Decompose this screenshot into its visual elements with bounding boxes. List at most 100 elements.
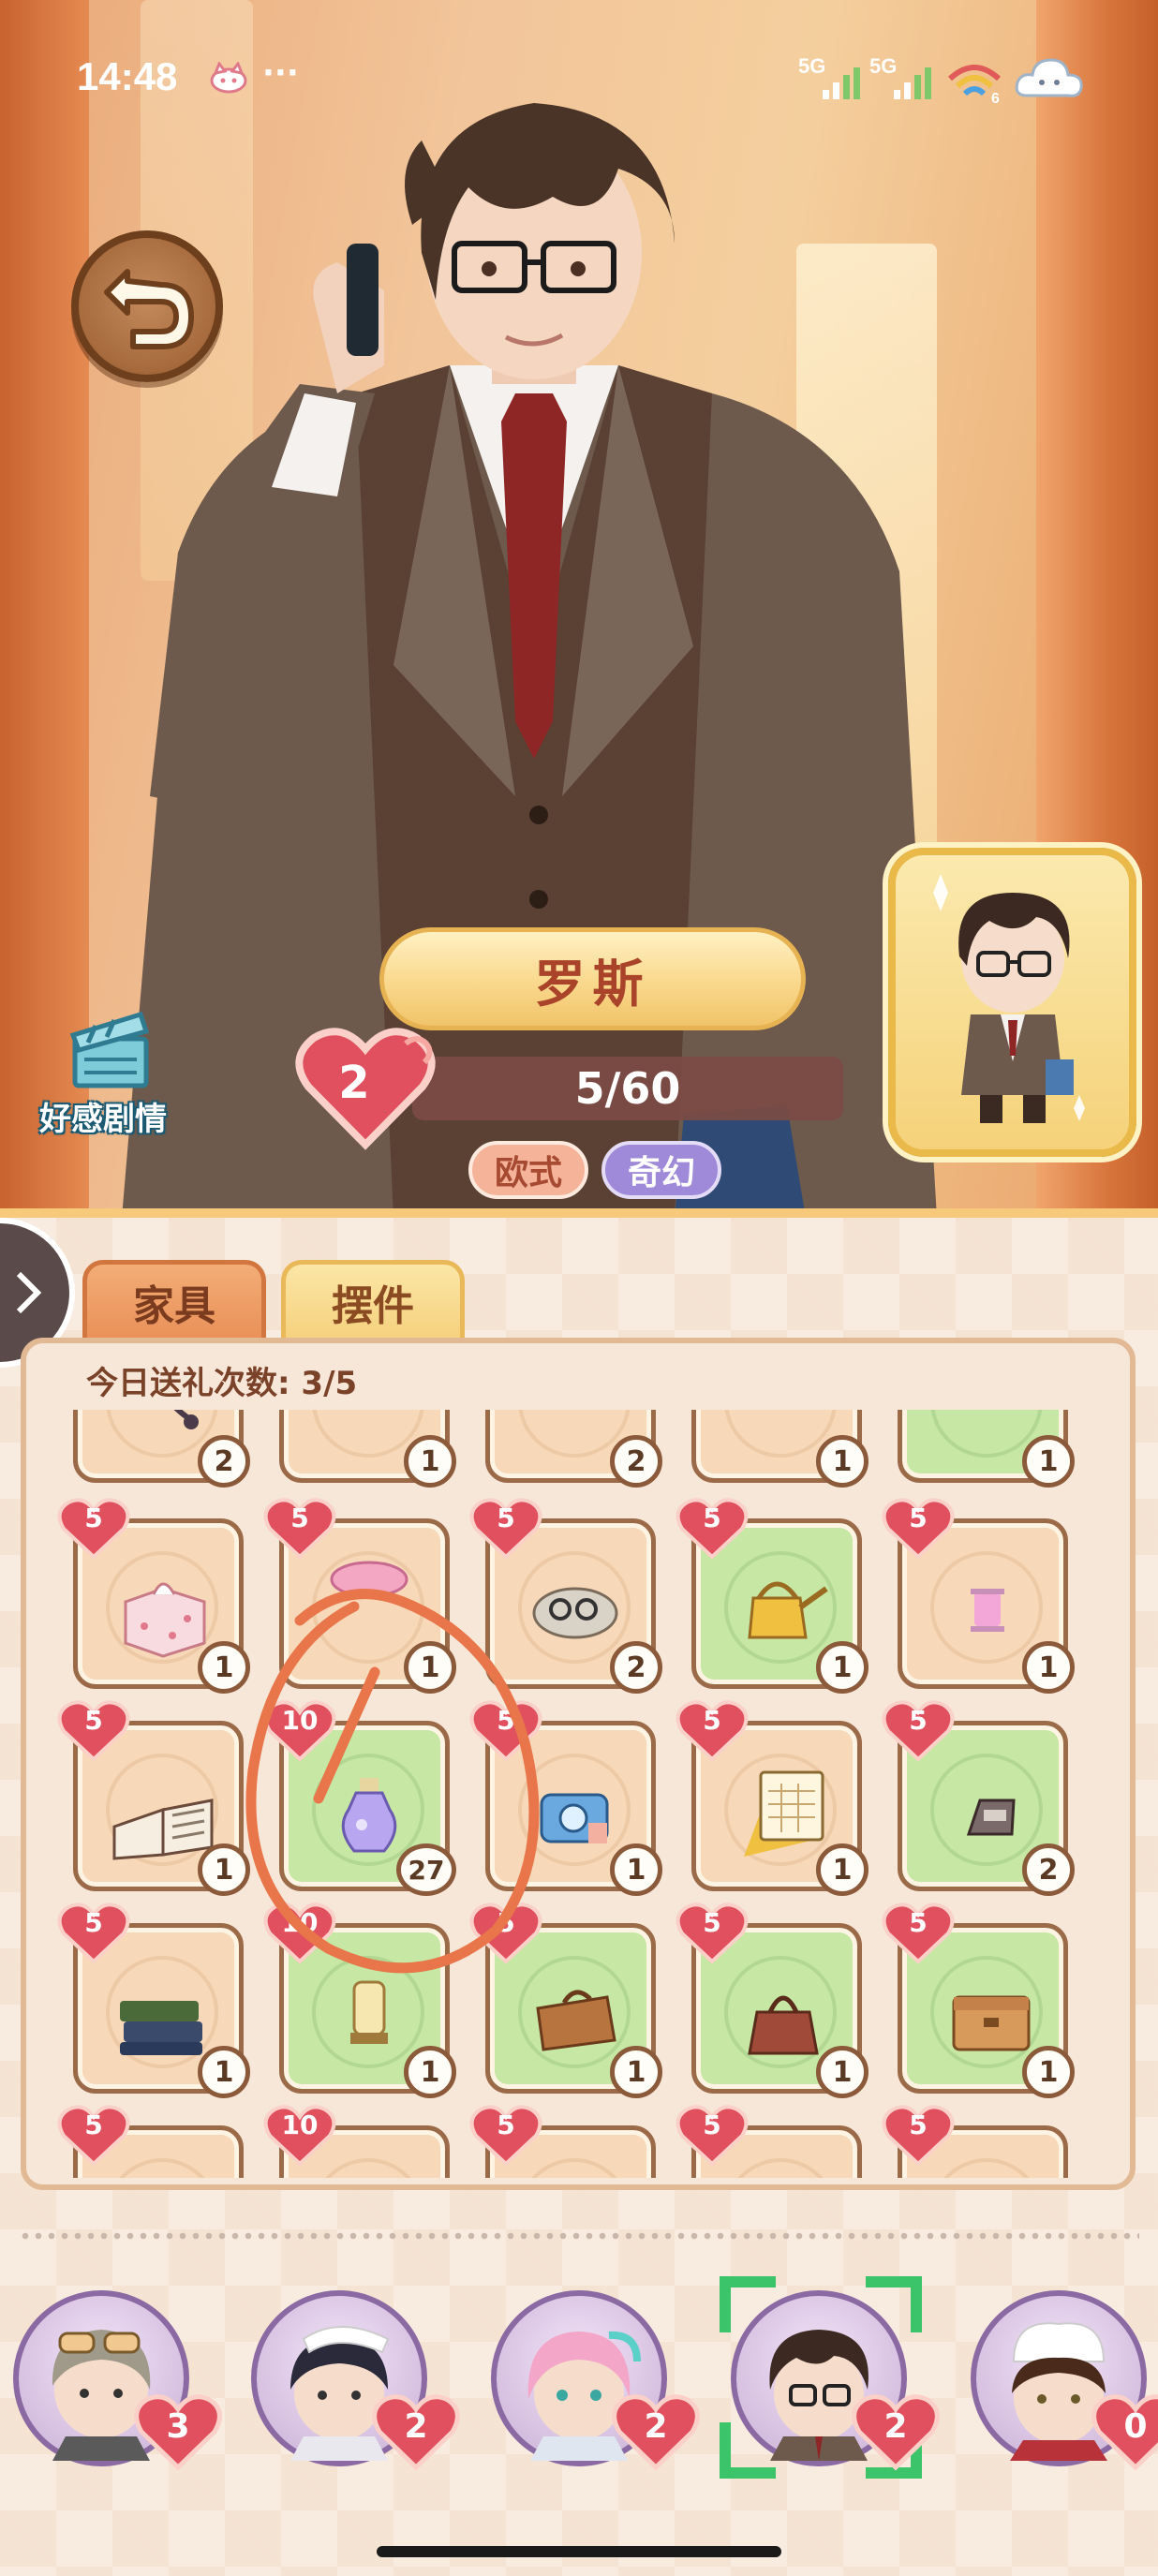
favor-value: 5 [703, 1907, 721, 1938]
thread-spool-icon [971, 1589, 1004, 1632]
inventory-slot[interactable]: 25 [882, 1700, 1075, 1896]
inventory-slot[interactable]: 15 [57, 1498, 250, 1694]
favor-value: 5 [497, 1503, 515, 1533]
affection-story-label: 好感剧情 [39, 1101, 167, 1138]
item-count: 1 [198, 1843, 250, 1896]
wooden-box-icon [952, 1995, 1031, 2051]
inventory-slot[interactable]: 5 [676, 2105, 862, 2178]
favor-value: 10 [281, 1907, 319, 1938]
favor-value: 5 [703, 1503, 721, 1533]
clock: 14:48 [77, 54, 178, 98]
character-illustration[interactable] [112, 84, 956, 1218]
open-book-icon [112, 1799, 214, 1860]
item-count: 1 [198, 2046, 250, 2098]
back-button[interactable] [71, 230, 223, 382]
chibi-card[interactable] [888, 848, 1136, 1157]
tab-ornament[interactable]: 摆件 [281, 1260, 465, 1340]
avatar-affection-badge: 2 [611, 2391, 701, 2471]
watering-can-icon [748, 1581, 828, 1639]
inventory-slot[interactable]: 15 [469, 1700, 662, 1896]
inventory-slot[interactable]: 15 [263, 1498, 456, 1694]
favor-value: 10 [281, 1705, 319, 1736]
favor-value: 5 [84, 1907, 103, 1938]
avatar-affection-value: 2 [644, 2407, 668, 2446]
inventory-slot[interactable]: 1 [691, 1410, 868, 1488]
inventory-slot[interactable]: 15 [469, 1902, 662, 2098]
avatar-affection-badge: 2 [851, 2391, 941, 2471]
cat-icon [210, 62, 247, 94]
item-count: 1 [610, 2046, 662, 2098]
wifi-badge: 6 [991, 91, 1000, 105]
inventory-slot[interactable]: 1 [898, 1410, 1075, 1488]
inventory-slot[interactable]: 1 10 [263, 1902, 456, 2098]
inventory-slot[interactable]: 25 [469, 1498, 662, 1694]
item-count: 1 [816, 1641, 868, 1694]
favor-value: 5 [909, 1503, 928, 1533]
item-count: 2 [198, 1435, 250, 1488]
inventory-slot[interactable]: 15 [676, 1700, 868, 1896]
avatar-affection-badge: 3 [133, 2391, 223, 2471]
inventory-slot[interactable]: 15 [57, 1902, 250, 2098]
favor-value: 5 [497, 2110, 515, 2140]
avatar-affection-value: 3 [166, 2407, 190, 2446]
tab-furniture[interactable]: 家具 [82, 1260, 266, 1340]
favor-value: 5 [84, 2110, 103, 2140]
inventory-grid: 2 1 2 1 1 1 5 1 5 2 5 1 5 1 5 1 5 27 10 1 5 1 5 2 5 1 5 1 10 1 5 1 5 1 5 5 1… [56, 1410, 1106, 2178]
character-name: 罗斯 [534, 954, 651, 1014]
daily-gift-count: 今日送礼次数: 3/5 [86, 1365, 358, 1402]
inventory-slot[interactable]: 15 [676, 1498, 868, 1694]
glasses-tray-icon [532, 1587, 618, 1639]
inventory-slot[interactable]: 1 [279, 1410, 456, 1488]
favor-value: 5 [84, 1705, 103, 1736]
inventory-slot[interactable]: 5 [57, 2105, 244, 2178]
item-count: 1 [816, 1843, 868, 1896]
inventory-slot[interactable]: 5 [882, 2105, 1068, 2178]
favor-value: 10 [281, 2110, 319, 2140]
status-bar: 14:48 ··· 5G 5G 6 [0, 0, 1158, 159]
item-count: 1 [404, 1435, 456, 1488]
handbag-icon [748, 1995, 819, 2055]
avatar-affection-badge: 2 [371, 2391, 461, 2471]
inventory-slot[interactable]: 15 [676, 1902, 868, 2098]
favor-value: 5 [497, 1705, 515, 1736]
item-count: 1 [1022, 1641, 1075, 1694]
inventory-slot[interactable]: 15 [882, 1902, 1075, 2098]
green-books-icon [120, 2001, 202, 2055]
affection-story-button[interactable]: 好感剧情 [28, 1007, 178, 1138]
chibi-character [933, 874, 1085, 1123]
avatar-affection-value: 0 [1123, 2407, 1148, 2446]
item-count: 1 [816, 2046, 868, 2098]
favor-value: 5 [703, 1705, 721, 1736]
item-count: 1 [198, 1641, 250, 1694]
inventory-slot[interactable]: 27 10 [263, 1700, 456, 1896]
inventory-slot[interactable]: 2 [73, 1410, 250, 1488]
inventory-slot[interactable]: 5 [469, 2105, 656, 2178]
favor-value: 5 [703, 2110, 721, 2140]
home-indicator[interactable] [377, 2546, 781, 2557]
style-tag: 奇幻 [601, 1141, 721, 1199]
affection-level: 2 [338, 1057, 370, 1109]
item-count: 1 [1022, 2046, 1075, 2098]
lantern-icon [350, 1980, 388, 2044]
inventory-slot[interactable]: 10 [263, 2105, 450, 2178]
inventory-slot[interactable]: 2 [485, 1410, 662, 1488]
item-count: 1 [404, 1641, 456, 1694]
inventory-slot[interactable]: 15 [57, 1700, 250, 1896]
affection-progress-text: 5/60 [574, 1063, 681, 1114]
wifi-icon: 6 [947, 65, 1002, 105]
item-count: 1 [1022, 1435, 1075, 1488]
avatar-affection-badge: 0 [1091, 2391, 1158, 2471]
favor-value: 5 [909, 1907, 928, 1938]
more-indicator: ··· [262, 54, 299, 92]
item-count: 1 [610, 1843, 662, 1896]
favor-value: 5 [909, 1705, 928, 1736]
chevron-right-icon [16, 1271, 42, 1314]
inventory-slot[interactable]: 15 [882, 1498, 1075, 1694]
item-count: 2 [610, 1435, 662, 1488]
item-count: 2 [610, 1641, 662, 1694]
clapperboard-icon [69, 1011, 150, 1088]
avatar-affection-value: 2 [404, 2407, 428, 2446]
name-plate-icon [966, 1799, 1016, 1836]
tissue-box-icon [124, 1582, 206, 1658]
favor-value: 5 [84, 1503, 103, 1533]
